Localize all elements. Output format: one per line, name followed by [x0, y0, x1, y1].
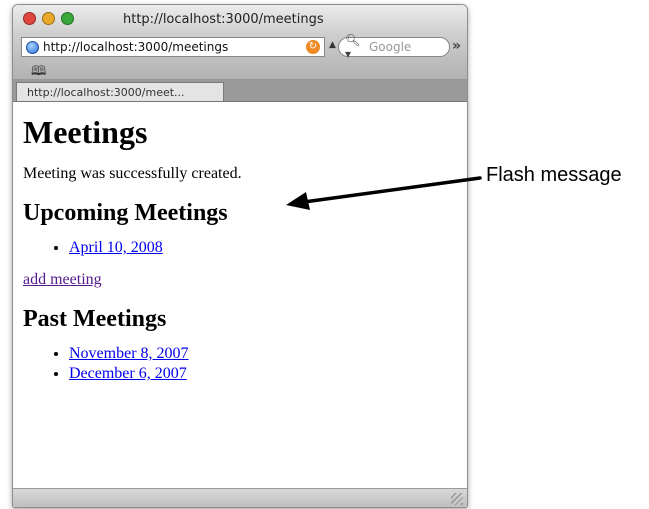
- meeting-link[interactable]: November 8, 2007: [69, 345, 189, 362]
- meeting-link[interactable]: December 6, 2007: [69, 365, 187, 382]
- list-item: December 6, 2007: [69, 364, 457, 384]
- caret-up-icon[interactable]: ▲: [329, 40, 336, 50]
- search-field[interactable]: 🔍︎▾: [338, 33, 450, 61]
- window-title: http://localhost:3000/meetings: [123, 12, 324, 27]
- zoom-button[interactable]: [61, 12, 74, 25]
- past-heading: Past Meetings: [23, 306, 167, 332]
- toolbar: http://localhost:3000/meetings ↻ ▲ 🔍︎▾ »: [13, 33, 467, 61]
- annotation-label: Flash message: [486, 164, 622, 186]
- browser-window: http://localhost:3000/meetings http://lo…: [12, 4, 468, 508]
- minimize-button[interactable]: [42, 12, 55, 25]
- globe-icon: [26, 40, 39, 54]
- meeting-link[interactable]: April 10, 2008: [69, 239, 163, 256]
- tab-bar: http://localhost:3000/meet...: [13, 80, 467, 102]
- add-meeting-link[interactable]: add meeting: [23, 271, 102, 288]
- past-list: November 8, 2007 December 6, 2007: [23, 344, 457, 384]
- search-icon[interactable]: 🔍︎▾: [345, 33, 366, 61]
- overflow-chevron-icon[interactable]: »: [452, 38, 461, 54]
- status-bar: [13, 488, 467, 507]
- list-item: November 8, 2007: [69, 344, 457, 364]
- tab-meetings[interactable]: http://localhost:3000/meet...: [16, 82, 224, 101]
- search-input[interactable]: [369, 40, 449, 54]
- arrow-icon: [286, 176, 482, 210]
- list-item: April 10, 2008: [69, 238, 457, 258]
- bookmarks-bar: 🕮: [13, 61, 467, 80]
- add-meeting-row: add meeting: [23, 270, 457, 290]
- resize-grip-icon[interactable]: [451, 493, 463, 505]
- refresh-icon[interactable]: ↻: [306, 40, 320, 54]
- title-bar: http://localhost:3000/meetings: [13, 5, 467, 34]
- address-bar[interactable]: http://localhost:3000/meetings ↻: [21, 37, 325, 57]
- page-title: Meetings: [23, 114, 148, 150]
- close-button[interactable]: [23, 12, 36, 25]
- upcoming-list: April 10, 2008: [23, 238, 457, 258]
- flash-annotation: Flash message: [280, 160, 649, 220]
- page-content: Meetings Meeting was successfully create…: [13, 102, 467, 469]
- address-text[interactable]: http://localhost:3000/meetings: [43, 40, 228, 54]
- traffic-lights: [23, 12, 74, 25]
